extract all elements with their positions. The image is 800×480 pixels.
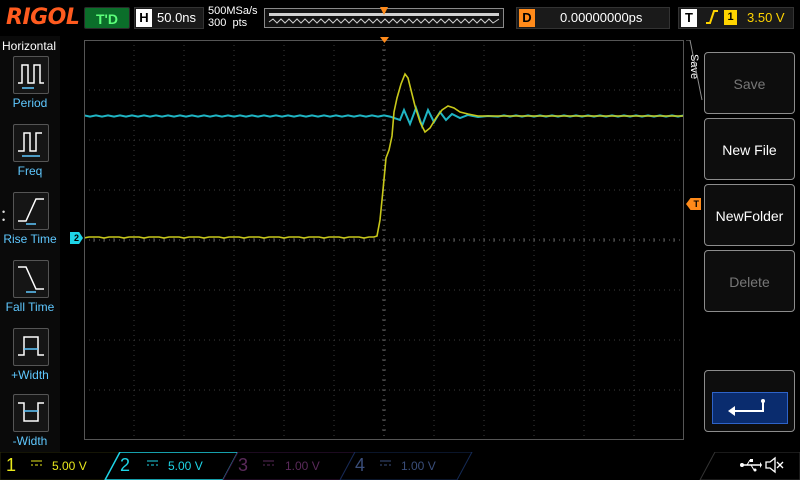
period-icon — [13, 56, 49, 94]
panel-title: Horizontal — [2, 39, 57, 53]
trigger-source: 1 — [724, 10, 737, 25]
delay-label: D — [519, 9, 535, 27]
memory-depth: 300 pts — [208, 17, 248, 29]
positive-width-icon — [13, 328, 49, 366]
channel-2-offset-marker[interactable]: 2 — [70, 232, 83, 244]
channel-2-scale[interactable]: 5.00 V — [168, 455, 203, 477]
measure-negative-width-button[interactable]: -Width — [0, 394, 60, 460]
return-arrow-icon — [712, 392, 788, 424]
frequency-icon — [13, 124, 49, 162]
sample-rate: 500MSa/s — [208, 5, 258, 17]
channel-1-scale[interactable]: 5.00 V — [52, 455, 87, 477]
channel-1-coupling-icon — [30, 456, 44, 473]
measurement-panel: Horizontal Period Freq • • Rise Time Fall… — [0, 36, 60, 452]
delete-button[interactable]: Delete — [704, 250, 795, 312]
channel-4-coupling-icon — [379, 456, 393, 473]
top-status-bar: RIGOL T'D H 50.0ns 500MSa/s 300 pts D 0.… — [0, 0, 800, 36]
channel-4-scale[interactable]: 1.00 V — [401, 455, 436, 477]
trigger-level: 3.50 V — [747, 10, 785, 25]
acquisition-info: 500MSa/s 300 pts — [208, 5, 258, 29]
measure-frequency-button[interactable]: Freq — [0, 124, 60, 190]
measure-negative-width-label: -Width — [12, 434, 48, 448]
channel-3-scale[interactable]: 1.00 V — [285, 455, 320, 477]
new-file-button[interactable]: New File — [704, 118, 795, 180]
channel-2-coupling-icon — [146, 456, 160, 473]
channel-3-coupling-icon — [262, 456, 276, 473]
channel-2-number[interactable]: 2 — [120, 455, 130, 476]
timebase-value: 50.0ns — [157, 10, 197, 25]
measure-fall-time-label: Fall Time — [5, 300, 55, 314]
measure-rise-time-button[interactable]: Rise Time — [0, 192, 60, 258]
run-status-badge[interactable]: T'D — [84, 7, 130, 29]
measure-rise-time-label: Rise Time — [3, 232, 57, 246]
channel-4-number[interactable]: 4 — [355, 455, 365, 476]
fall-time-icon — [13, 260, 49, 298]
channel-1-number[interactable]: 1 — [6, 455, 16, 476]
measure-period-label: Period — [12, 96, 48, 110]
delay-value: 0.00000000ps — [560, 10, 643, 25]
menu-tab — [686, 39, 704, 101]
measure-positive-width-label: +Width — [11, 368, 49, 382]
measure-frequency-label: Freq — [17, 164, 43, 178]
brand-logo: RIGOL — [6, 5, 80, 30]
save-button[interactable]: Save — [704, 52, 795, 114]
negative-width-icon — [13, 394, 49, 432]
trigger-label: T — [681, 9, 697, 27]
graticule-border — [84, 40, 684, 440]
measure-fall-time-button[interactable]: Fall Time — [0, 260, 60, 326]
rising-edge-icon — [705, 8, 719, 29]
speaker-mute-icon[interactable] — [764, 456, 784, 479]
timebase-label: H — [136, 9, 152, 27]
new-folder-button[interactable]: NewFolder — [704, 184, 795, 246]
channel-3-number[interactable]: 3 — [238, 455, 248, 476]
rise-time-icon — [13, 192, 49, 230]
usb-icon — [740, 458, 762, 477]
measure-period-button[interactable]: Period — [0, 56, 60, 122]
measure-positive-width-button[interactable]: +Width — [0, 328, 60, 394]
